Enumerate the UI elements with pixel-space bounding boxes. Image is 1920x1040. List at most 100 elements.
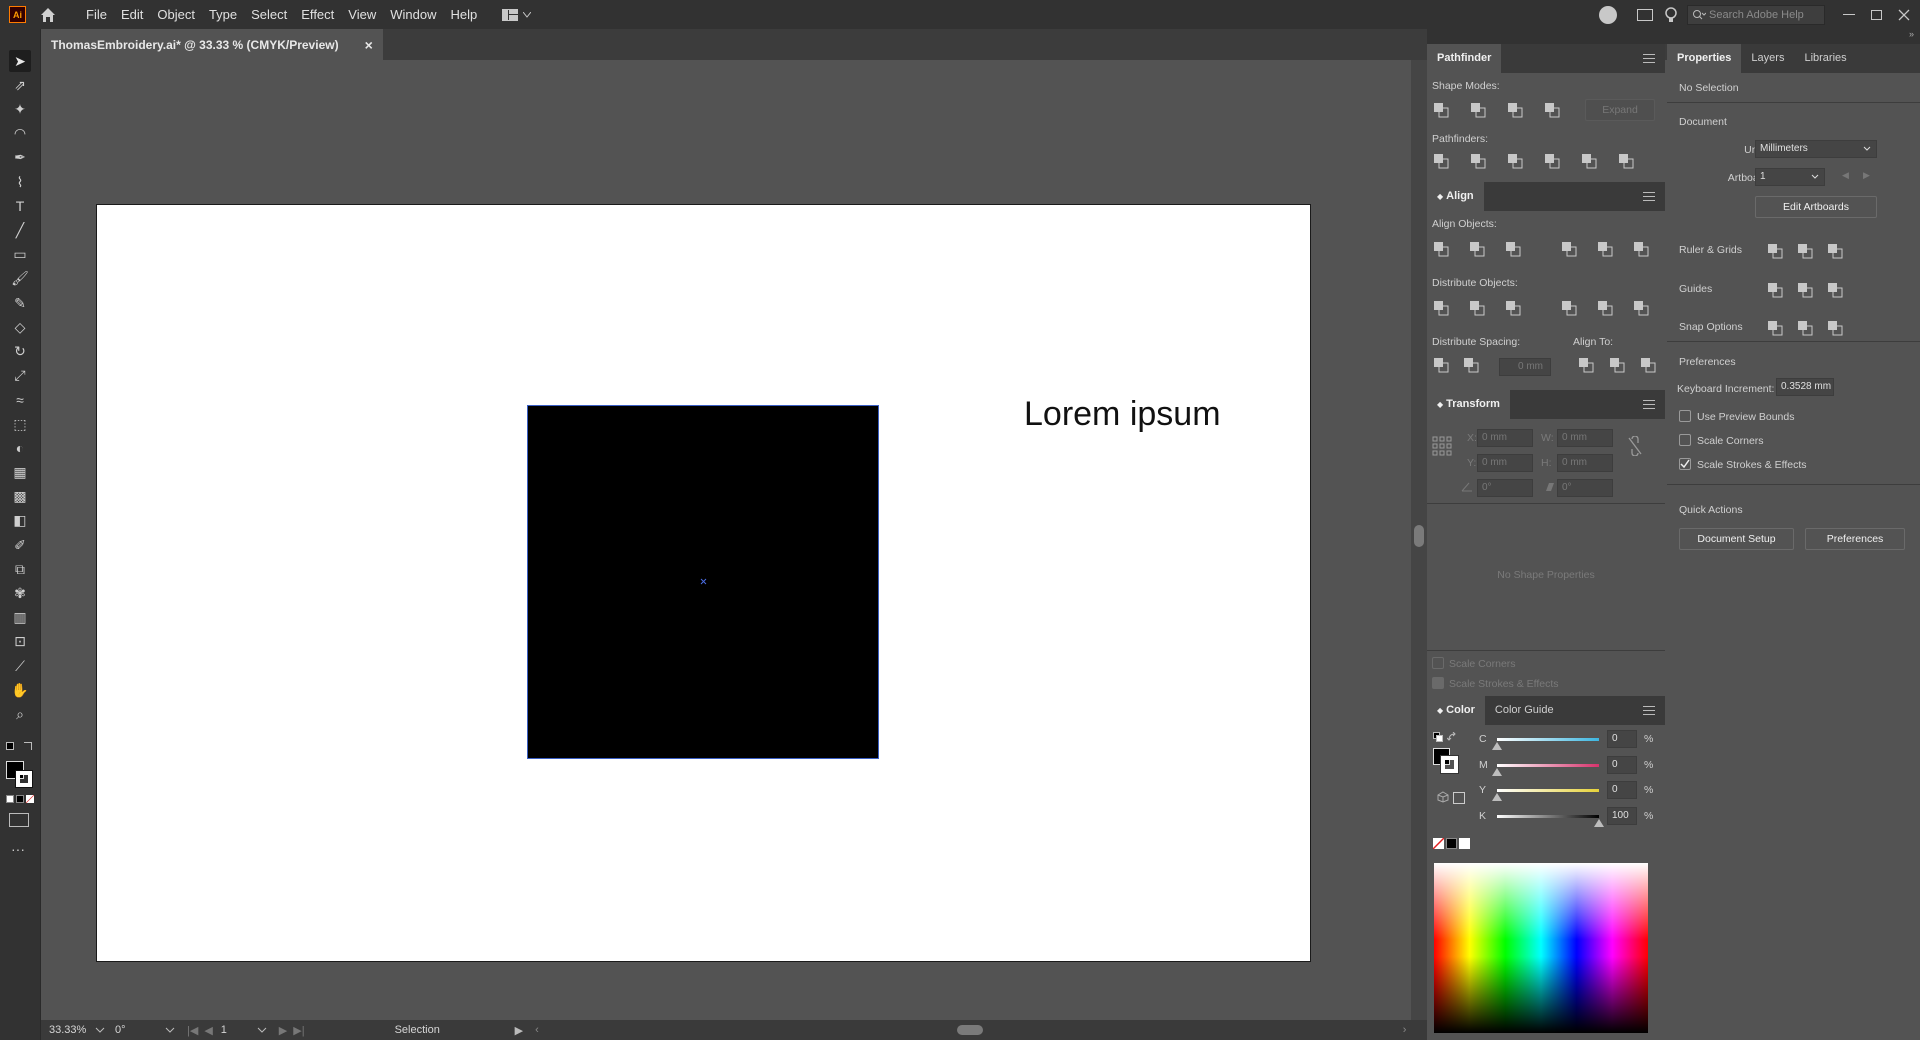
menu-type[interactable]: Type (202, 0, 244, 29)
horizontal-distribute-space-icon[interactable] (1459, 354, 1483, 376)
tab-layers[interactable]: Layers (1741, 44, 1794, 73)
lock-guides-icon[interactable] (1793, 279, 1817, 301)
artboard-tool-icon[interactable]: ⊡ (9, 631, 31, 653)
direct-selection-tool-icon[interactable]: ⇗ (9, 74, 31, 96)
drawing-modes-icon[interactable] (9, 813, 29, 827)
show-guides-icon[interactable] (1763, 279, 1787, 301)
color-spectrum[interactable] (1434, 863, 1648, 1033)
scale-strokes-checkbox-disabled[interactable] (1432, 677, 1444, 689)
h-field[interactable]: 0 mm (1557, 454, 1613, 472)
default-fill-stroke-icon[interactable] (6, 742, 14, 750)
channel-k-thumb[interactable] (1594, 818, 1604, 827)
mesh-tool-icon[interactable]: ▩ (9, 486, 31, 508)
channel-c-thumb[interactable] (1492, 742, 1502, 750)
tab-pathfinder[interactable]: Pathfinder (1427, 44, 1502, 73)
black-rectangle[interactable] (527, 405, 879, 759)
tab-color-guide[interactable]: Color Guide (1485, 696, 1564, 725)
restore-button[interactable] (1871, 9, 1882, 20)
zoom-field[interactable]: 33.33% (49, 1024, 87, 1036)
spacing-input[interactable]: 0 mm (1499, 358, 1551, 376)
vertical-scrollbar[interactable] (1411, 60, 1427, 1020)
last-artboard-icon[interactable]: ▶| (293, 1024, 304, 1037)
prev-artboard-icon[interactable]: ◀ (1842, 170, 1849, 181)
show-transparency-grid-icon[interactable] (1823, 240, 1847, 262)
make-guides-icon[interactable] (1823, 279, 1847, 301)
next-artboard-icon[interactable]: ▶ (279, 1024, 287, 1037)
pen-tool-icon[interactable]: ✒ (9, 147, 31, 169)
scrollbar-thumb[interactable] (1414, 525, 1424, 547)
panel-menu-icon[interactable] (1643, 400, 1655, 409)
rotate-tool-icon[interactable]: ↻ (9, 340, 31, 362)
white-swatch[interactable] (1459, 838, 1470, 849)
snap-to-pixel-icon[interactable] (1793, 317, 1817, 339)
channel-c-slider[interactable] (1497, 738, 1599, 741)
width-tool-icon[interactable]: ≈ (9, 389, 31, 411)
channel-m-field[interactable]: 0 (1607, 755, 1637, 774)
scale-corners-checkbox[interactable] (1679, 434, 1691, 446)
distribute-horizontal-center-icon[interactable] (1593, 297, 1617, 319)
use-preview-bounds-checkbox[interactable] (1679, 410, 1691, 422)
symbol-sprayer-tool-icon[interactable]: ✾ (9, 582, 31, 604)
hscroll-left-icon[interactable]: ‹ (535, 1024, 539, 1036)
hscroll-right-icon[interactable]: › (1403, 1024, 1407, 1036)
curvature-tool-icon[interactable]: ⌇ (9, 171, 31, 193)
minus-front-icon[interactable] (1466, 99, 1490, 121)
artboard-field[interactable]: 1 (221, 1024, 257, 1036)
show-rulers-icon[interactable] (1763, 240, 1787, 262)
align-to-selection-icon[interactable] (1574, 354, 1598, 376)
panel-menu-icon[interactable] (1643, 54, 1655, 63)
next-artboard-icon[interactable]: ▶ (1863, 170, 1870, 181)
minus-back-icon[interactable] (1614, 150, 1638, 172)
first-artboard-icon[interactable]: |◀ (187, 1024, 198, 1037)
menu-select[interactable]: Select (244, 0, 294, 29)
trim-icon[interactable] (1466, 150, 1490, 172)
vertical-distribute-space-icon[interactable] (1429, 354, 1453, 376)
perspective-grid-tool-icon[interactable]: ▦ (9, 461, 31, 483)
align-right-icon[interactable] (1501, 238, 1525, 260)
workspace-switcher-icon[interactable] (502, 8, 532, 21)
unite-icon[interactable] (1429, 99, 1453, 121)
align-left-icon[interactable] (1429, 238, 1453, 260)
scale-strokes-checkbox[interactable] (1679, 458, 1691, 470)
w-field[interactable]: 0 mm (1557, 429, 1613, 447)
channel-y-thumb[interactable] (1492, 793, 1502, 801)
align-top-icon[interactable] (1557, 238, 1581, 260)
collapse-dock-icon[interactable]: » (1909, 29, 1914, 39)
status-menu-icon[interactable]: ▶ (515, 1024, 523, 1037)
artboard-dropdown-icon[interactable] (257, 1027, 267, 1033)
black-swatch[interactable] (1446, 838, 1457, 849)
selection-tool-icon[interactable]: ➤ (9, 50, 31, 72)
line-segment-tool-icon[interactable]: ╱ (9, 219, 31, 241)
tab-color[interactable]: ◆ Color (1427, 696, 1485, 725)
align-horizontal-center-icon[interactable] (1465, 238, 1489, 260)
none-mode-icon[interactable] (26, 795, 34, 803)
scale-tool-icon[interactable]: ⤢ (9, 365, 31, 387)
menu-file[interactable]: File (79, 0, 114, 29)
channel-k-field[interactable]: 100 (1607, 806, 1637, 825)
align-vertical-center-icon[interactable] (1593, 238, 1617, 260)
type-tool-icon[interactable]: T (9, 195, 31, 217)
menu-edit[interactable]: Edit (114, 0, 150, 29)
arrange-panels-icon[interactable] (1637, 8, 1653, 21)
more-tools-icon[interactable]: ··· (11, 841, 25, 857)
paintbrush-tool-icon[interactable]: 🖌 (9, 268, 31, 290)
document-tab[interactable]: ThomasEmbroidery.ai* @ 33.33 % (CMYK/Pre… (41, 29, 383, 60)
close-tab-icon[interactable]: × (365, 37, 373, 53)
menu-help[interactable]: Help (443, 0, 484, 29)
distribute-bottom-icon[interactable] (1501, 297, 1525, 319)
rotation-field[interactable]: 0° (115, 1024, 165, 1036)
search-input[interactable]: Search Adobe Help (1687, 4, 1825, 25)
document-setup-button[interactable]: Document Setup (1679, 528, 1794, 550)
menu-effect[interactable]: Effect (294, 0, 341, 29)
distribute-vertical-center-icon[interactable] (1465, 297, 1489, 319)
menu-view[interactable]: View (341, 0, 383, 29)
tab-libraries[interactable]: Libraries (1794, 44, 1856, 73)
panel-menu-icon[interactable] (1643, 192, 1655, 201)
menu-window[interactable]: Window (383, 0, 443, 29)
angle-field[interactable]: 0° (1477, 479, 1533, 497)
channel-y-slider[interactable] (1497, 789, 1599, 792)
minimize-button[interactable] (1843, 14, 1855, 15)
blend-tool-icon[interactable]: ⧉ (9, 558, 31, 580)
color-mode-icon[interactable] (6, 795, 14, 803)
align-bottom-icon[interactable] (1629, 238, 1653, 260)
